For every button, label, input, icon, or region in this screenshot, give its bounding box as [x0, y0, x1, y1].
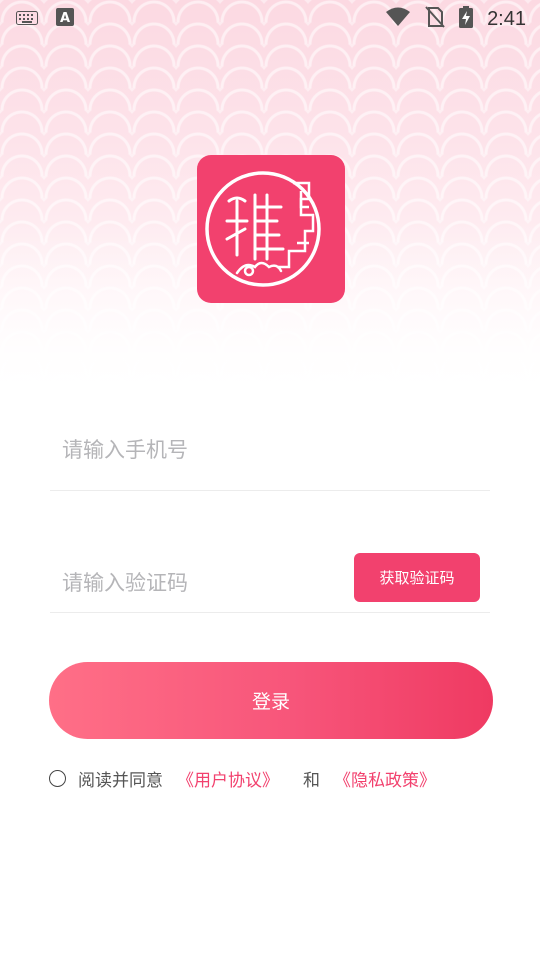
status-bar: A 2:41 — [0, 0, 540, 36]
agree-radio[interactable] — [49, 769, 66, 787]
wifi-icon — [385, 7, 411, 31]
seal-logo-icon — [197, 171, 345, 307]
get-code-button[interactable]: 获取验证码 — [354, 553, 480, 602]
agree-conjunction: 和 — [303, 770, 320, 791]
svg-text:A: A — [60, 11, 70, 26]
phone-input[interactable] — [50, 438, 342, 462]
keyboard-icon — [16, 10, 38, 29]
battery-charging-icon — [459, 6, 474, 32]
no-sim-icon — [425, 6, 445, 32]
agree-prefix: 阅读并同意 — [78, 770, 163, 791]
agreement-row: 阅读并同意 《用户协议》 和 《隐私政策》 — [49, 766, 436, 791]
a-badge-icon: A — [56, 8, 74, 30]
app-logo — [197, 155, 345, 303]
phone-field-row — [50, 438, 490, 491]
login-button[interactable]: 登录 — [49, 662, 493, 739]
user-agreement-link[interactable]: 《用户协议》 — [177, 766, 279, 791]
status-time: 2:41 — [487, 7, 526, 30]
code-input[interactable] — [50, 570, 342, 595]
privacy-policy-link[interactable]: 《隐私政策》 — [334, 766, 436, 791]
